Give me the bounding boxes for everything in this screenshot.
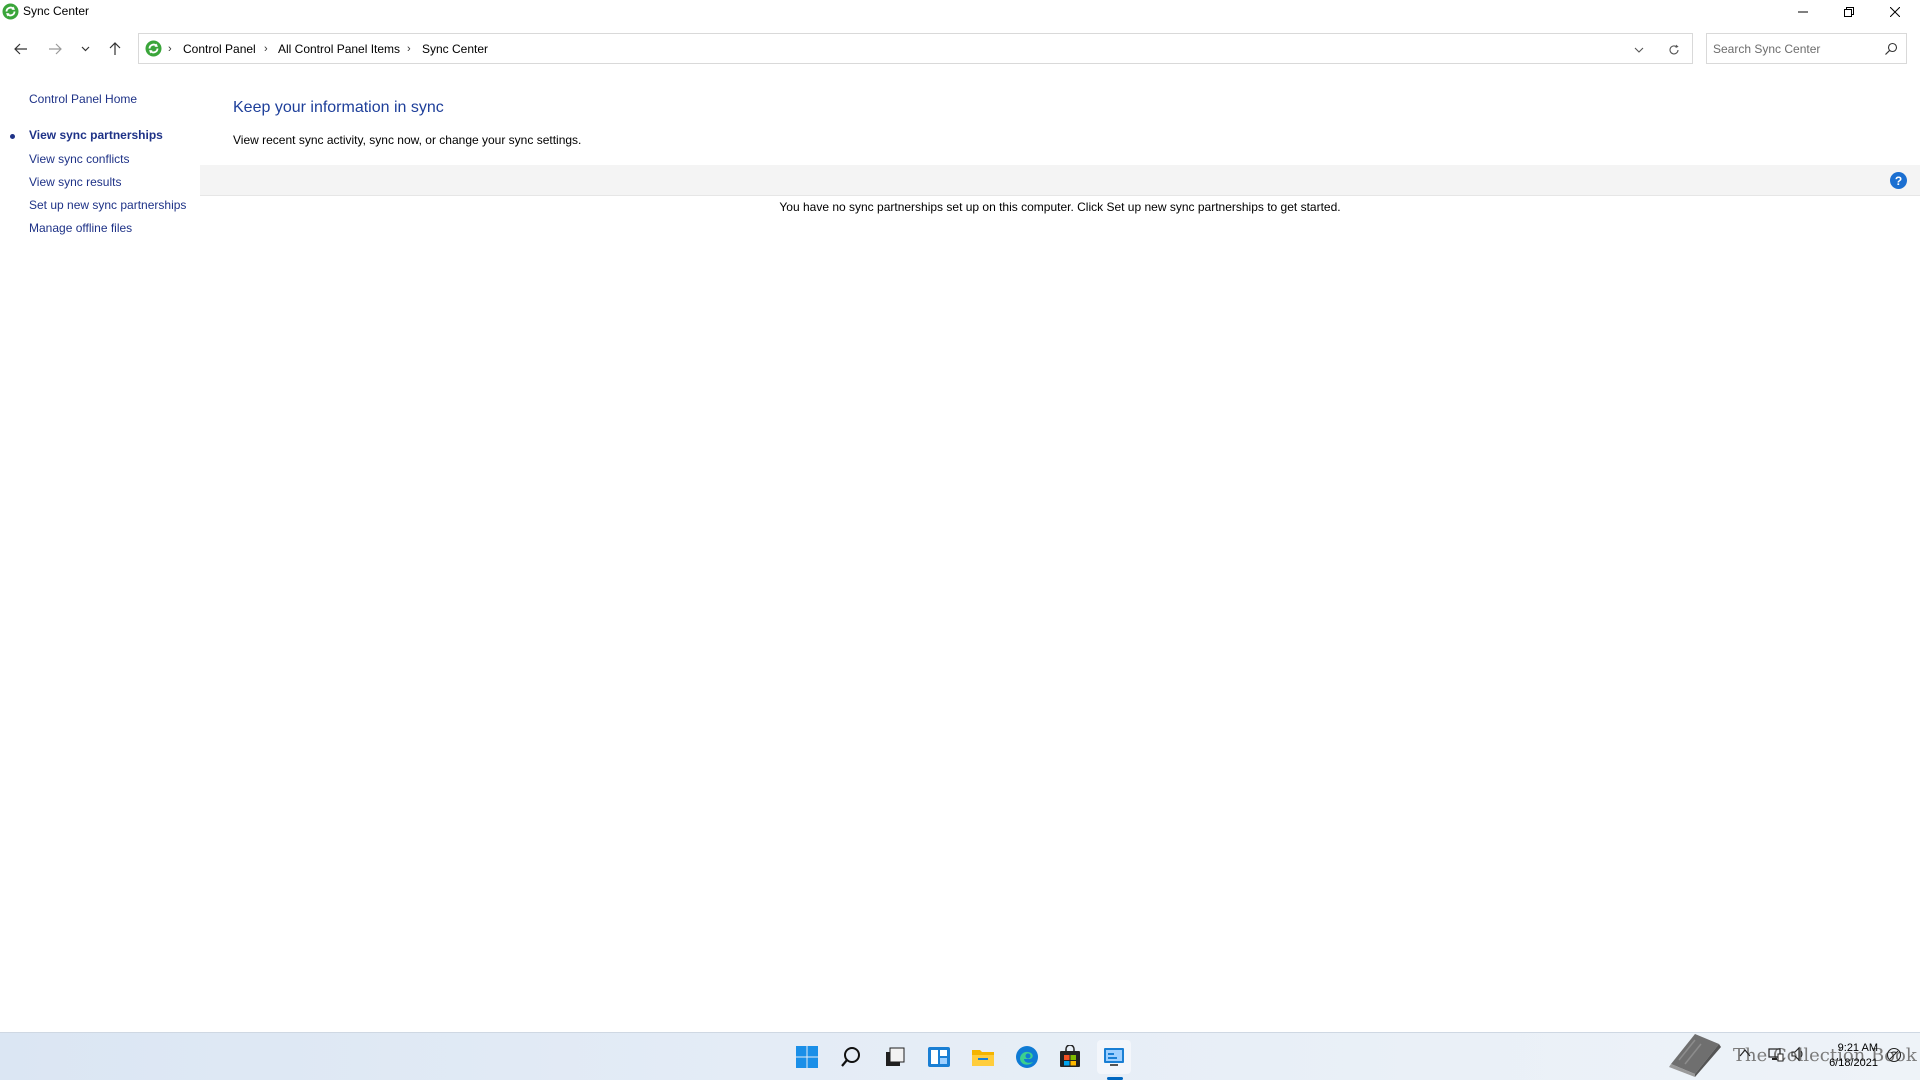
empty-state-message: You have no sync partnerships set up on …: [779, 200, 1341, 214]
control-panel-home-link[interactable]: Control Panel Home: [29, 92, 137, 106]
chevron-up-icon[interactable]: [1738, 1046, 1752, 1060]
search-icon[interactable]: [1883, 41, 1899, 57]
file-explorer-icon: [972, 1050, 994, 1066]
sync-center-icon: [145, 40, 162, 57]
clock-time: 9:21 AM: [1837, 1042, 1878, 1054]
notification-icon[interactable]: [1886, 1047, 1902, 1063]
clock-date: 6/18/2021: [1829, 1057, 1878, 1069]
up-button[interactable]: [103, 37, 127, 61]
sidebar-item-view-sync-results[interactable]: View sync results: [29, 175, 121, 189]
arrow-up-icon: [109, 42, 121, 55]
store-button[interactable]: [1053, 1040, 1087, 1074]
book-icon: [1669, 1034, 1721, 1077]
refresh-icon: [1669, 44, 1679, 55]
forward-button[interactable]: [43, 37, 67, 61]
breadcrumb-sync-center[interactable]: Sync Center: [422, 42, 488, 56]
search-input[interactable]: [1713, 40, 1873, 58]
start-icon: [796, 1046, 818, 1068]
address-bar[interactable]: › Control Panel › All Control Panel Item…: [138, 33, 1693, 64]
breadcrumb-separator-icon[interactable]: ›: [264, 43, 268, 55]
taskbar-clock[interactable]: 9:21 AM 6/18/2021: [1818, 1041, 1878, 1071]
address-dropdown-button[interactable]: [1629, 40, 1649, 60]
page-subtitle: View recent sync activity, sync now, or …: [233, 133, 582, 147]
recent-locations-button[interactable]: [74, 37, 96, 61]
edge-button[interactable]: [1010, 1040, 1044, 1074]
navigation-bar: › Control Panel › All Control Panel Item…: [0, 31, 1920, 67]
refresh-button[interactable]: [1664, 40, 1684, 60]
taskbar: [0, 1032, 1920, 1080]
active-item-bullet-icon: [10, 134, 15, 139]
arrow-left-icon: [14, 43, 27, 55]
minimize-button[interactable]: [1780, 0, 1826, 24]
sidebar-item-view-sync-conflicts[interactable]: View sync conflicts: [29, 152, 129, 166]
title-bar: Sync Center: [0, 0, 1920, 24]
chevron-down-icon: [1634, 47, 1644, 53]
sync-center-icon: [2, 3, 19, 20]
sidebar-item-set-up-new-sync-partnerships[interactable]: Set up new sync partnerships: [29, 198, 186, 212]
window-title: Sync Center: [23, 4, 90, 18]
chevron-down-icon: [81, 46, 89, 52]
search-box[interactable]: [1706, 33, 1907, 64]
breadcrumb-control-panel[interactable]: Control Panel: [183, 42, 256, 56]
page-title: Keep your information in sync: [233, 99, 444, 116]
store-icon: [1060, 1045, 1080, 1067]
arrow-right-icon: [49, 43, 62, 55]
breadcrumb-all-items[interactable]: All Control Panel Items: [278, 42, 400, 56]
restore-button[interactable]: [1826, 0, 1872, 24]
restore-icon: [1844, 7, 1854, 17]
back-button[interactable]: [9, 37, 33, 61]
edge-icon: [1016, 1046, 1038, 1068]
taskbar-search-button[interactable]: [834, 1040, 868, 1074]
sidebar-item-view-sync-partnerships[interactable]: View sync partnerships: [29, 128, 163, 142]
command-bar: ?: [200, 165, 1920, 196]
close-icon: [1890, 7, 1900, 17]
task-view-icon: [886, 1047, 905, 1066]
help-icon[interactable]: ?: [1890, 172, 1907, 189]
widgets-icon: [928, 1047, 950, 1067]
breadcrumb-separator-icon[interactable]: ›: [168, 43, 172, 55]
breadcrumb-separator-icon[interactable]: ›: [407, 43, 411, 55]
widgets-button[interactable]: [922, 1040, 956, 1074]
network-icon[interactable]: [1768, 1046, 1784, 1062]
control-panel-taskbar-button[interactable]: [1097, 1040, 1131, 1074]
search-icon: [841, 1047, 860, 1067]
sidebar-item-manage-offline-files[interactable]: Manage offline files: [29, 221, 132, 235]
file-explorer-button[interactable]: [966, 1040, 1000, 1074]
start-button[interactable]: [790, 1040, 824, 1074]
control-panel-icon: [1104, 1048, 1124, 1066]
close-button[interactable]: [1872, 0, 1918, 24]
volume-icon[interactable]: [1790, 1046, 1806, 1062]
minimize-icon: [1798, 11, 1808, 13]
task-view-button[interactable]: [878, 1040, 912, 1074]
